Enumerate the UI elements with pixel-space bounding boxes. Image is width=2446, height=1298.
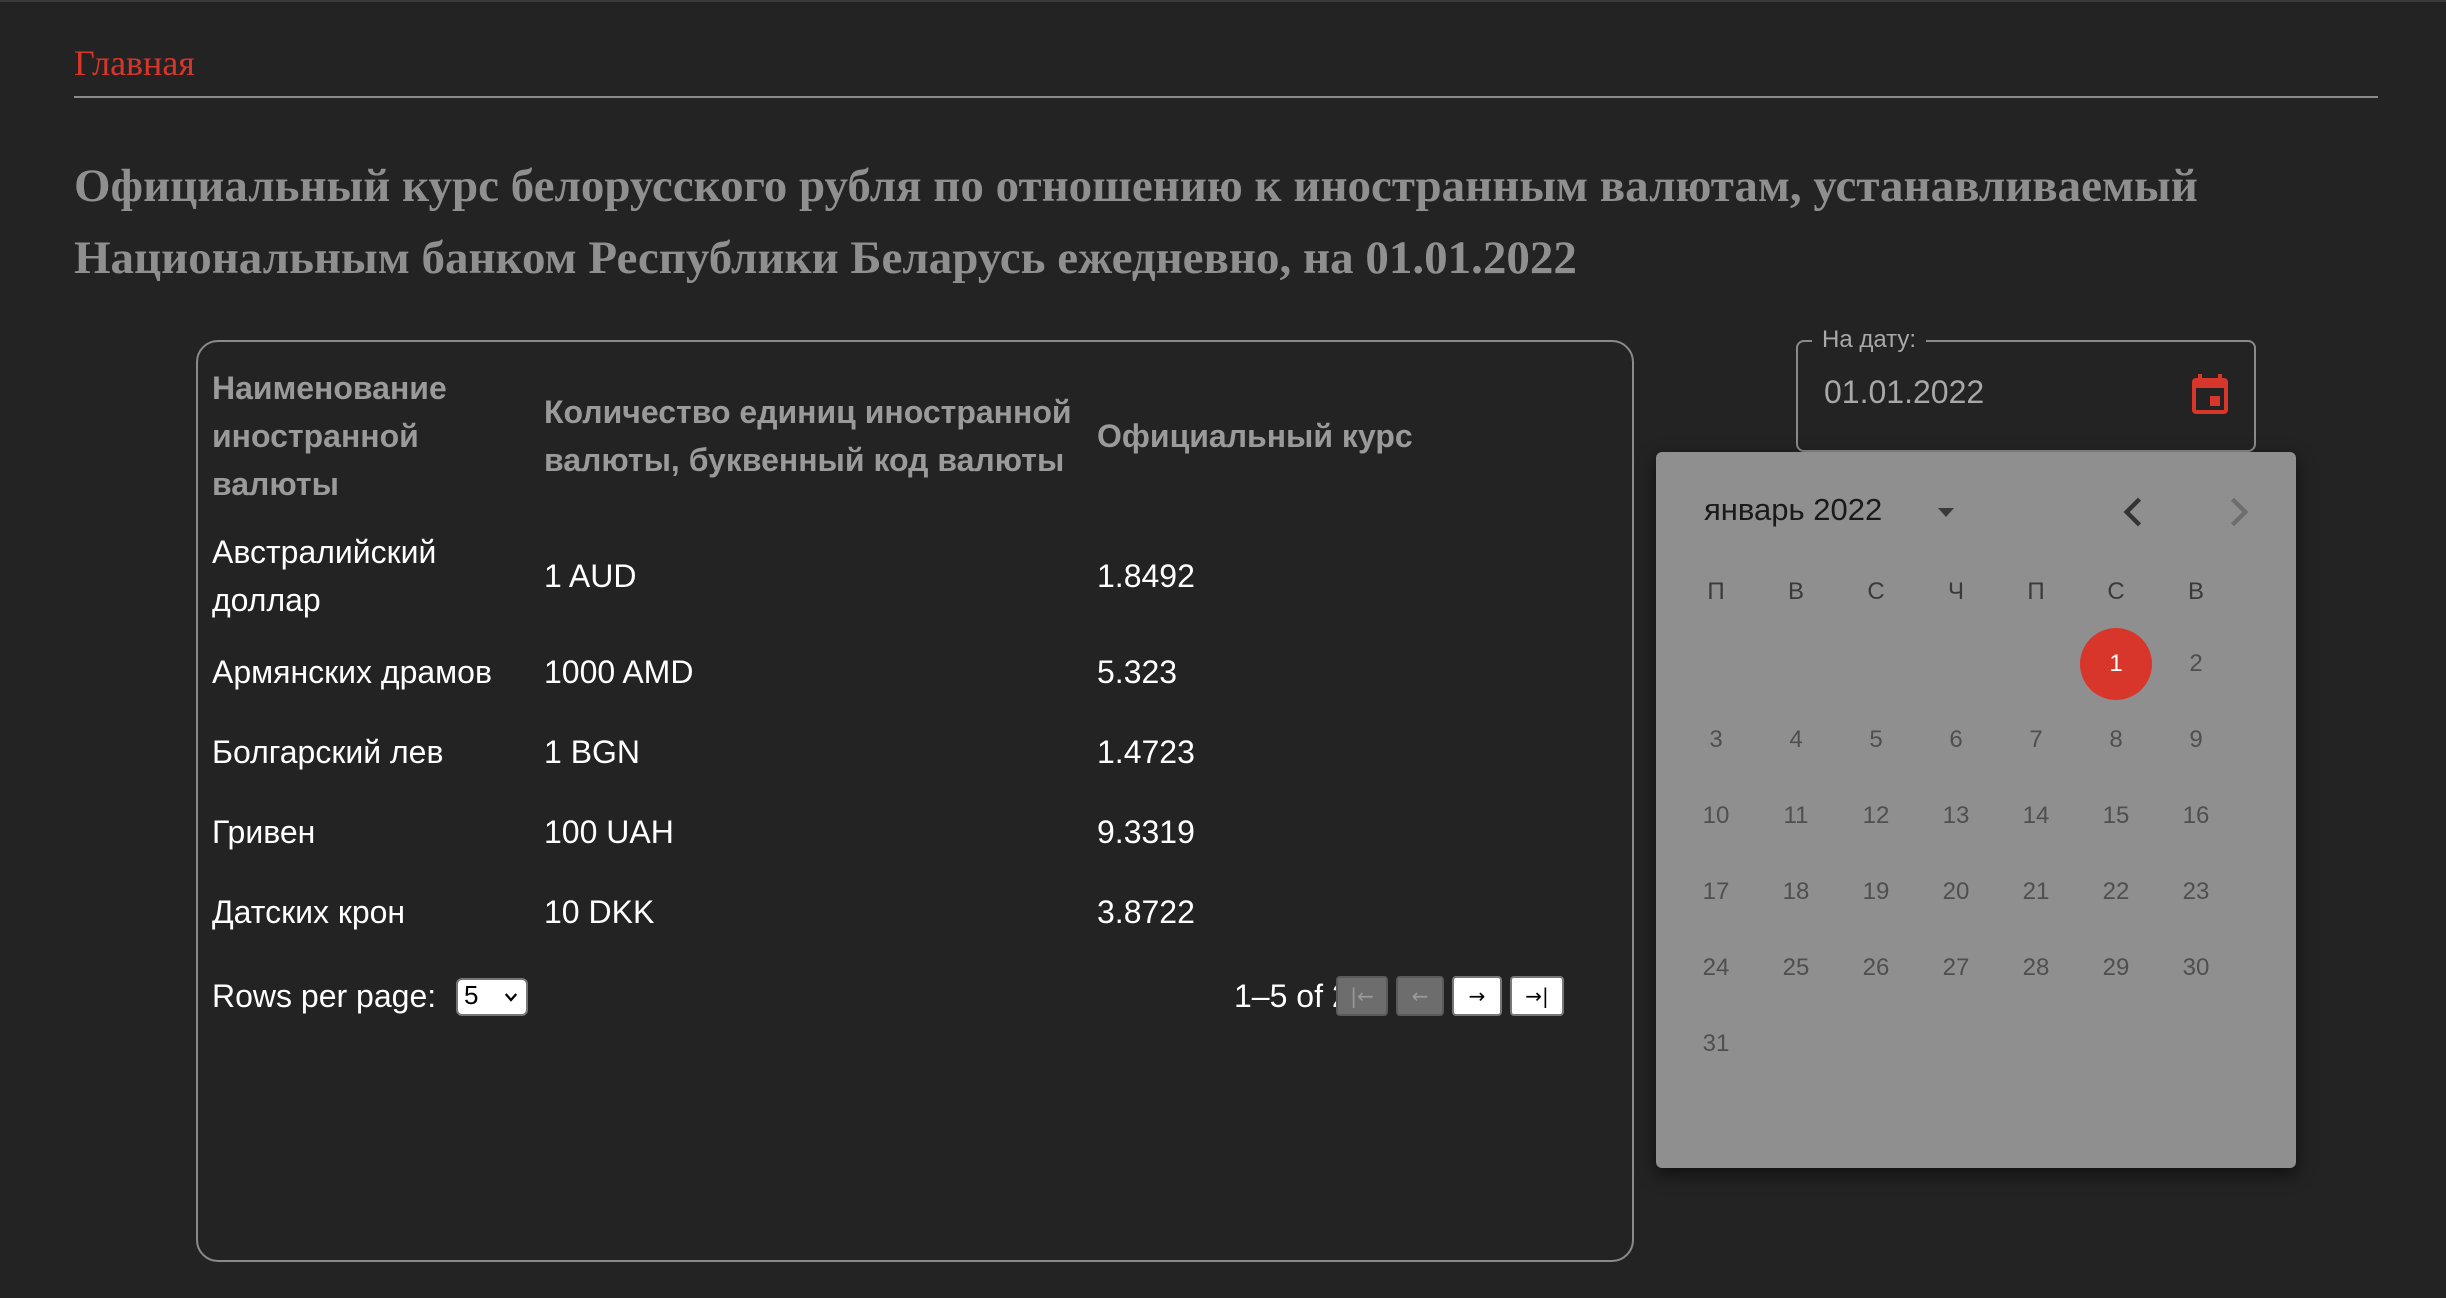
calendar-weekday: Ч — [1948, 578, 1964, 605]
chevron-left-icon[interactable] — [2112, 490, 2156, 534]
cell-rate: 1.4723 — [1097, 734, 1195, 770]
cell-rate: 9.3319 — [1097, 814, 1195, 850]
calendar-day[interactable]: 12 — [1840, 780, 1912, 852]
cell-currency-name: Гривен — [212, 814, 316, 850]
previous-page-button[interactable]: ← — [1396, 976, 1444, 1016]
header-units-code: Количество единиц иностранной валюты, бу… — [544, 394, 1072, 478]
date-picker-popover: январь 2022 ПВСЧПСВ 1 2 3 4 5 6 7 8 9 10 11 12 13 14 1… — [1656, 452, 2296, 1168]
calendar-day[interactable]: 13 — [1920, 780, 1992, 852]
calendar-day[interactable]: 5 — [1840, 704, 1912, 776]
calendar-day[interactable]: 17 — [1680, 856, 1752, 928]
rates-table-card: Наименование иностранной валюты Количест… — [196, 340, 1634, 1262]
calendar-day[interactable]: 28 — [2000, 932, 2072, 1004]
date-field: На дату: — [1796, 323, 2256, 452]
rows-per-page-value: 5 — [464, 980, 479, 1010]
calendar-weekday: П — [2027, 578, 2045, 605]
calendar-day[interactable]: 24 — [1680, 932, 1752, 1004]
calendar-day[interactable]: 19 — [1840, 856, 1912, 928]
calendar-day[interactable]: 25 — [1760, 932, 1832, 1004]
cell-currency-name: Армянских драмов — [212, 654, 492, 690]
home-link[interactable]: Главная — [74, 42, 195, 84]
last-page-button[interactable]: →| — [1510, 976, 1564, 1016]
date-input[interactable] — [1824, 374, 2164, 411]
calendar-weekday: С — [2107, 578, 2125, 605]
calendar-weekday: В — [1787, 578, 1804, 605]
calendar-day[interactable]: 18 — [1760, 856, 1832, 928]
calendar-icon[interactable] — [2186, 372, 2234, 420]
rows-per-page-select[interactable]: 5 — [456, 978, 528, 1016]
calendar-day-grid: 1 2 3 4 5 6 7 8 9 10 11 12 13 14 15 16 17 18 19 20 21 22 23 24 2… — [1676, 628, 2236, 1128]
top-nav: Главная — [74, 42, 2378, 98]
cell-units-code: 100 UAH — [544, 814, 674, 850]
page: Главная Официальный курс белорусского ру… — [0, 0, 2446, 1298]
rates-table: Наименование иностранной валюты Количест… — [212, 352, 1612, 952]
cell-currency-name: Болгарский лев — [212, 734, 444, 770]
calendar-day[interactable]: 16 — [2160, 780, 2232, 852]
calendar-weekday: С — [1867, 578, 1885, 605]
first-page-button[interactable]: |← — [1336, 976, 1388, 1016]
calendar-weekday-row: ПВСЧПСВ — [1676, 578, 2236, 618]
table-pagination: Rows per page: 5 1–5 of 27 |← ← → →| — [212, 976, 1616, 1020]
header-currency-name: Наименование иностранной валюты — [212, 370, 447, 502]
cell-units-code: 1000 AMD — [544, 654, 694, 690]
calendar-day[interactable]: 31 — [1680, 1008, 1752, 1080]
cell-rate: 1.8492 — [1097, 558, 1195, 594]
calendar-day[interactable]: 8 — [2080, 704, 2152, 776]
calendar-day[interactable]: 21 — [2000, 856, 2072, 928]
cell-currency-name: Австралийский доллар — [212, 534, 437, 618]
cell-rate: 5.323 — [1097, 654, 1178, 690]
calendar-day[interactable]: 2 — [2160, 628, 2232, 700]
calendar-weekday: В — [2187, 578, 2204, 605]
calendar-month-label[interactable]: январь 2022 — [1704, 492, 1882, 528]
calendar-day[interactable]: 9 — [2160, 704, 2232, 776]
calendar-day[interactable]: 23 — [2160, 856, 2232, 928]
caret-down-icon[interactable] — [1926, 498, 1966, 528]
calendar-day[interactable]: 11 — [1760, 780, 1832, 852]
calendar-day[interactable]: 15 — [2080, 780, 2152, 852]
cell-currency-name: Датских крон — [212, 894, 406, 930]
header-official-rate: Официальный курс — [1097, 418, 1413, 454]
table-header-row: Наименование иностранной валюты Количест… — [212, 352, 1612, 520]
calendar-day[interactable]: 3 — [1680, 704, 1752, 776]
chevron-down-icon — [504, 993, 518, 1002]
table-row: Армянских драмов 1000 AMD 5.323 — [212, 632, 1612, 712]
calendar-day[interactable]: 7 — [2000, 704, 2072, 776]
calendar-day[interactable]: 14 — [2000, 780, 2072, 852]
table-row: Датских крон 10 DKK 3.8722 — [212, 872, 1612, 952]
calendar-day-selected[interactable]: 1 — [2080, 628, 2152, 700]
date-field-label: На дату: — [1812, 323, 1927, 357]
cell-units-code: 1 BGN — [544, 734, 641, 770]
calendar-day[interactable]: 26 — [1840, 932, 1912, 1004]
next-page-button[interactable]: → — [1452, 976, 1502, 1016]
table-row: Гривен 100 UAH 9.3319 — [212, 792, 1612, 872]
rows-per-page-label: Rows per page: — [212, 978, 437, 1014]
table-row: Австралийский доллар 1 AUD 1.8492 — [212, 520, 1612, 632]
cell-units-code: 1 AUD — [544, 558, 637, 594]
calendar-day[interactable]: 30 — [2160, 932, 2232, 1004]
calendar-day[interactable]: 4 — [1760, 704, 1832, 776]
cell-rate: 3.8722 — [1097, 894, 1195, 930]
calendar-day[interactable]: 20 — [1920, 856, 1992, 928]
calendar-day[interactable]: 27 — [1920, 932, 1992, 1004]
calendar-day[interactable]: 29 — [2080, 932, 2152, 1004]
table-row: Болгарский лев 1 BGN 1.4723 — [212, 712, 1612, 792]
calendar-day[interactable]: 10 — [1680, 780, 1752, 852]
calendar-day[interactable]: 22 — [2080, 856, 2152, 928]
page-title: Официальный курс белорусского рубля по о… — [74, 160, 2198, 284]
chevron-right-icon[interactable] — [2216, 490, 2260, 534]
cell-units-code: 10 DKK — [544, 894, 655, 930]
calendar-weekday: П — [1707, 578, 1725, 605]
calendar-day[interactable]: 6 — [1920, 704, 1992, 776]
